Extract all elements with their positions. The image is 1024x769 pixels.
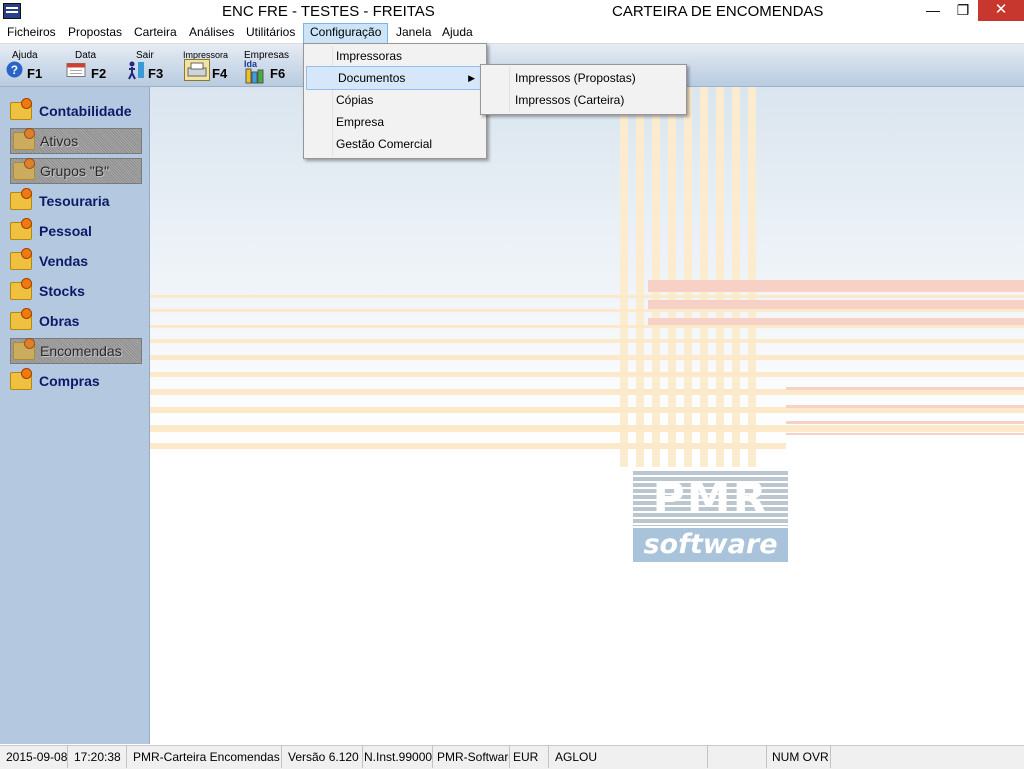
sidebar-item-grupos-b: Grupos "B" (10, 158, 142, 184)
workspace: PMR software (150, 87, 1024, 744)
folder-icon (10, 98, 32, 120)
status-install: N.Inst.99000 (358, 746, 433, 768)
sidebar-item-obras[interactable]: Obras (8, 308, 142, 333)
folder-icon (10, 248, 32, 270)
help-button-key: F1 (27, 66, 43, 81)
help-icon: ? (6, 61, 23, 78)
help-button-label: Ajuda (12, 50, 38, 61)
status-app-name: PMR-Carteira Encomendas (127, 746, 282, 768)
menu-item-impressoras[interactable]: Impressoras (306, 45, 484, 67)
documentos-submenu: Impressos (Propostas) Impressos (Carteir… (480, 64, 687, 115)
close-button[interactable]: ✕ (978, 0, 1024, 21)
configuracao-menu: Impressoras Documentos ▶ Cópias Empresa … (303, 43, 487, 159)
folder-icon (10, 218, 32, 240)
menu-ajuda[interactable]: Ajuda (436, 23, 479, 42)
menu-item-copias[interactable]: Cópias (306, 89, 484, 111)
calendar-icon (66, 63, 86, 77)
companies-button[interactable]: Empresas Ida F6 (243, 48, 291, 84)
title-bar: ENC FRE - TESTES - FREITAS CARTEIRA DE E… (0, 0, 1024, 23)
window-title: ENC FRE - TESTES - FREITAS (222, 3, 435, 20)
menu-item-impressos-propostas[interactable]: Impressos (Propostas) (483, 67, 684, 89)
help-button[interactable]: Ajuda ? F1 (4, 48, 48, 84)
logo-word: software (633, 528, 788, 562)
menu-item-gestao-comercial[interactable]: Gestão Comercial (306, 133, 484, 155)
status-currency: EUR (507, 746, 549, 768)
menu-carteira[interactable]: Carteira (128, 23, 183, 42)
sidebar-item-label: Pessoal (39, 223, 92, 239)
date-button-label: Data (75, 50, 97, 61)
sidebar-item-compras[interactable]: Compras (8, 368, 142, 393)
sidebar-item-label: Grupos "B" (40, 163, 110, 179)
exit-button[interactable]: Sair F3 (124, 48, 169, 84)
logo-brand: PMR (633, 471, 788, 526)
status-date: 2015-09-08 (0, 746, 68, 768)
sidebar: Contabilidade Ativos Grupos "B" Tesourar… (0, 87, 150, 744)
pmr-software-logo: PMR software (633, 471, 788, 562)
sidebar-item-pessoal[interactable]: Pessoal (8, 218, 142, 243)
menu-item-label: Impressos (Propostas) (515, 71, 636, 85)
folder-icon (13, 128, 35, 150)
folder-icon (13, 158, 35, 180)
exit-button-key: F3 (148, 66, 164, 81)
menu-bar: Ficheiros Propostas Carteira Análises Ut… (0, 23, 1024, 44)
sidebar-item-tesouraria[interactable]: Tesouraria (8, 188, 142, 213)
sidebar-item-vendas[interactable]: Vendas (8, 248, 142, 273)
sidebar-item-stocks[interactable]: Stocks (8, 278, 142, 303)
date-button[interactable]: Data F2 (64, 48, 114, 84)
folder-icon (13, 338, 35, 360)
printer-button[interactable]: Impressora F4 (182, 48, 230, 84)
sidebar-item-contabilidade[interactable]: Contabilidade (8, 98, 142, 123)
menu-propostas[interactable]: Propostas (62, 23, 128, 42)
folder-icon (10, 278, 32, 300)
app-icon[interactable] (3, 3, 21, 19)
status-empty (708, 746, 767, 768)
menu-janela[interactable]: Janela (390, 23, 437, 42)
folder-icon (10, 308, 32, 330)
sidebar-item-label: Contabilidade (39, 103, 132, 119)
menu-item-label: Documentos (338, 71, 406, 85)
submenu-arrow-icon: ▶ (468, 73, 475, 83)
menu-ficheiros[interactable]: Ficheiros (1, 23, 62, 42)
status-time: 17:20:38 (68, 746, 127, 768)
menu-utilitarios[interactable]: Utilitários (240, 23, 301, 42)
sidebar-item-label: Tesouraria (39, 193, 110, 209)
menu-item-impressos-carteira[interactable]: Impressos (Carteira) (483, 89, 684, 111)
status-user: AGLOU (549, 746, 708, 768)
minimize-button[interactable]: — (918, 0, 948, 21)
menu-item-label: Empresa (336, 115, 385, 129)
menu-item-label: Impressoras (336, 49, 403, 63)
sidebar-item-label: Vendas (39, 253, 89, 269)
sidebar-item-encomendas: Encomendas (10, 338, 142, 364)
menu-item-empresa[interactable]: Empresa (306, 111, 484, 133)
status-keys: NUM OVR (766, 746, 831, 768)
menu-item-label: Gestão Comercial (336, 137, 433, 151)
sidebar-item-label: Compras (39, 373, 100, 389)
menu-item-documentos[interactable]: Documentos ▶ (306, 66, 484, 90)
sidebar-item-label: Obras (39, 313, 80, 329)
restore-button[interactable]: ❐ (948, 0, 978, 21)
sidebar-item-ativos: Ativos (10, 128, 142, 154)
companies-icon (245, 68, 264, 84)
sidebar-item-label: Ativos (40, 133, 79, 149)
folder-icon (10, 188, 32, 210)
menu-item-label: Impressos (Carteira) (515, 93, 625, 107)
sidebar-item-label: Encomendas (40, 343, 122, 359)
companies-button-key: F6 (270, 66, 286, 81)
menu-item-label: Cópias (336, 93, 374, 107)
window-subtitle: CARTEIRA DE ENCOMENDAS (612, 3, 824, 20)
date-button-key: F2 (91, 66, 107, 81)
exit-icon (128, 61, 144, 80)
folder-icon (10, 368, 32, 390)
sidebar-item-label: Stocks (39, 283, 85, 299)
status-vendor: PMR-Software (432, 746, 510, 768)
menu-analises[interactable]: Análises (183, 23, 240, 42)
status-bar: 2015-09-08 17:20:38 PMR-Carteira Encomen… (0, 745, 1024, 769)
menu-configuracao[interactable]: Configuração (303, 23, 389, 44)
status-version: Versão 6.120 (282, 746, 363, 768)
printer-icon (184, 59, 210, 81)
svg-text:?: ? (11, 64, 18, 77)
printer-button-key: F4 (212, 66, 228, 81)
